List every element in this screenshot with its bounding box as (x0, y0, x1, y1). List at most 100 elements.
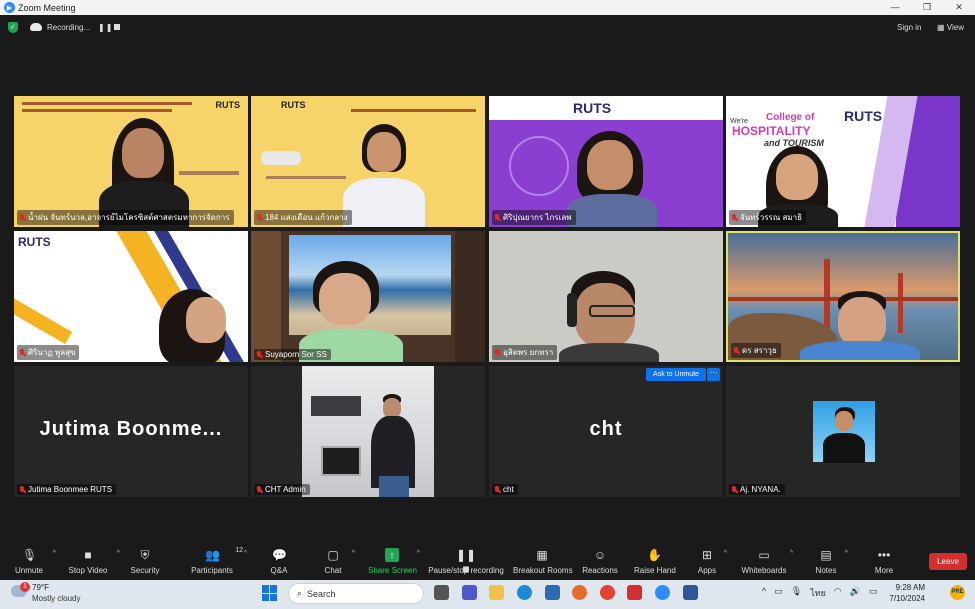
reactions-icon: ☺ (593, 548, 607, 562)
input-language[interactable]: ไทย (810, 586, 826, 600)
participant-tile[interactable]: RUTS ศิริปุณยากร ไกรเลพ (489, 96, 723, 227)
zoom-logo-icon: ▶ (4, 2, 15, 13)
participants-count: 12 (235, 547, 243, 554)
chrome-icon[interactable] (600, 585, 615, 600)
sign-in-link[interactable]: Sign in (897, 23, 921, 32)
mic-muted-icon (256, 485, 262, 494)
unmute-button[interactable]: 🎙 Unmute ^ (12, 544, 56, 580)
pause-recording-icon[interactable]: ❚❚ (98, 23, 113, 32)
notes-button[interactable]: ▤ Notes ^ (814, 544, 848, 580)
apps-icon: ⊞ (701, 548, 713, 562)
tile-more-options-button[interactable]: ··· (707, 368, 720, 381)
participant-name: Suyaporn Sor SS (254, 349, 331, 360)
participant-tile[interactable]: cht cht (489, 366, 723, 497)
breakout-rooms-button[interactable]: ▦ Breakout Rooms (513, 544, 573, 580)
participant-tile[interactable]: CHT Admin (251, 366, 485, 497)
participant-name: Jutima Boonmee RUTS (17, 484, 117, 495)
clock-date[interactable]: 7/10/2024 (883, 594, 925, 603)
participant-tile[interactable]: RUTS น้ำฝน จันทร์นวล,อาจารย์ไมโครซิสต์ศา… (14, 96, 248, 227)
participant-name: ดร สราวุธ (731, 343, 781, 358)
weather-temperature[interactable]: 79°F (32, 583, 49, 592)
cloud-recording-icon (30, 23, 42, 31)
view-button[interactable]: ▦ View (937, 23, 964, 32)
qa-button[interactable]: 💬 Q&A (266, 544, 292, 580)
chevron-up-icon[interactable]: ^ (417, 550, 420, 557)
notifications-icon[interactable]: PRE (950, 585, 965, 600)
close-button[interactable]: ✕ (943, 0, 975, 15)
participant-name: ศิรินาฏ พูลสุข (17, 345, 80, 360)
participant-tile[interactable]: Suyaporn Sor SS (251, 231, 485, 362)
chevron-up-icon[interactable]: ^ (244, 550, 247, 557)
chevron-up-icon[interactable]: ^ (53, 550, 56, 557)
qa-icon: 💬 (272, 548, 287, 562)
store-icon[interactable] (545, 585, 560, 600)
participant-tile[interactable]: RUTS 184 แสงเดือน แก้วกลาง (251, 96, 485, 227)
weather-condition[interactable]: Mostly cloudy (32, 594, 80, 603)
keyboard-icon[interactable]: ▭ (774, 586, 783, 600)
participant-name: จันทร์วรรณ สมาธิ (729, 210, 806, 225)
maximize-button[interactable]: ❐ (911, 0, 943, 15)
mic-muted-icon (731, 485, 737, 494)
participant-tile[interactable]: Jutima Boonme... Jutima Boonmee RUTS (14, 366, 248, 497)
clock-time[interactable]: 9:28 AM (893, 583, 925, 592)
whiteboards-button[interactable]: ▭ Whiteboards ^ (741, 544, 793, 580)
reactions-button[interactable]: ☺ Reactions (582, 544, 618, 580)
chevron-up-icon[interactable]: ^ (762, 586, 766, 600)
participant-tile[interactable]: Aj. NYANA. (726, 366, 960, 497)
windows-start-icon[interactable] (262, 585, 278, 601)
security-button[interactable]: ⛨ Security (127, 544, 163, 580)
slide-brand: RUTS (215, 100, 241, 110)
word-icon[interactable] (683, 585, 698, 600)
apps-button[interactable]: ⊞ Apps ^ (697, 544, 727, 580)
file-explorer-icon[interactable] (489, 585, 504, 600)
participants-icon: 👥 (205, 548, 220, 562)
slide-text: College of (766, 112, 815, 123)
chevron-up-icon[interactable]: ^ (117, 550, 120, 557)
mic-muted-icon (19, 348, 25, 357)
task-view-icon[interactable] (434, 585, 449, 600)
chevron-up-icon[interactable]: ^ (845, 550, 848, 557)
chevron-up-icon[interactable]: ^ (790, 550, 793, 557)
leave-button[interactable]: Leave (929, 553, 967, 570)
share-screen-button[interactable]: ↑ Share Screen ^ (368, 544, 420, 580)
participant-name: น้ำฝน จันทร์นวล,อาจารย์ไมโครซิสต์ศาสตรมห… (17, 210, 234, 225)
chat-button[interactable]: ▢ Chat ^ (321, 544, 355, 580)
video-camera-icon: ■ (84, 548, 92, 562)
firefox-icon[interactable] (572, 585, 587, 600)
minimize-button[interactable]: — (879, 0, 911, 15)
participant-tile-active-speaker[interactable]: ดร สราวุธ (726, 231, 960, 362)
zoom-app-icon[interactable] (655, 585, 670, 600)
chevron-up-icon[interactable]: ^ (352, 550, 355, 557)
participants-button[interactable]: 👥 12 Participants ^ (189, 544, 247, 580)
microphone-icon[interactable]: 🎙 (791, 586, 802, 600)
raise-hand-button[interactable]: ✋ Raise Hand (634, 544, 676, 580)
participant-name: CHT Admin (254, 484, 310, 495)
notes-icon: ▤ (820, 548, 832, 562)
edge-icon[interactable] (517, 585, 532, 600)
share-screen-icon: ↑ (385, 548, 399, 562)
more-button[interactable]: ••• More (872, 544, 896, 580)
ask-to-unmute-button[interactable]: Ask to Unmute (646, 368, 706, 381)
chat-icon: ▢ (327, 548, 339, 562)
participant-tile[interactable]: อุสิตพร ยกทรา (489, 231, 723, 362)
security-shield-icon[interactable]: ✓ (8, 22, 18, 33)
search-icon: ⌕ (297, 588, 303, 598)
acrobat-icon[interactable] (627, 585, 642, 600)
shield-icon: ⛨ (140, 548, 150, 562)
participant-display-name: cht (589, 418, 623, 440)
battery-icon[interactable]: ▭ (869, 586, 878, 600)
chevron-up-icon[interactable]: ^ (724, 550, 727, 557)
wifi-icon[interactable]: ◠ (834, 586, 842, 600)
stop-recording-icon[interactable] (114, 24, 120, 30)
participant-name: อุสิตพร ยกทรา (492, 345, 558, 360)
search-placeholder: Search (307, 588, 336, 599)
taskbar-search-input[interactable]: ⌕ Search (288, 583, 424, 604)
stop-video-button[interactable]: ■ Stop Video ^ (66, 544, 121, 580)
meeting-top-bar: ✓ Recording... ❚❚ Sign in ▦ View (0, 15, 975, 40)
pause-stop-recording-button[interactable]: ❚❚ ■ Pause/stop recording (428, 544, 504, 580)
participant-tile[interactable]: RUTS ศิรินาฏ พูลสุข (14, 231, 248, 362)
teams-icon[interactable] (462, 585, 477, 600)
participant-name: cht (492, 484, 518, 495)
participant-tile[interactable]: We're College of HOSPITALITY and TOURISM… (726, 96, 960, 227)
volume-icon[interactable]: 🔊 (850, 586, 861, 600)
